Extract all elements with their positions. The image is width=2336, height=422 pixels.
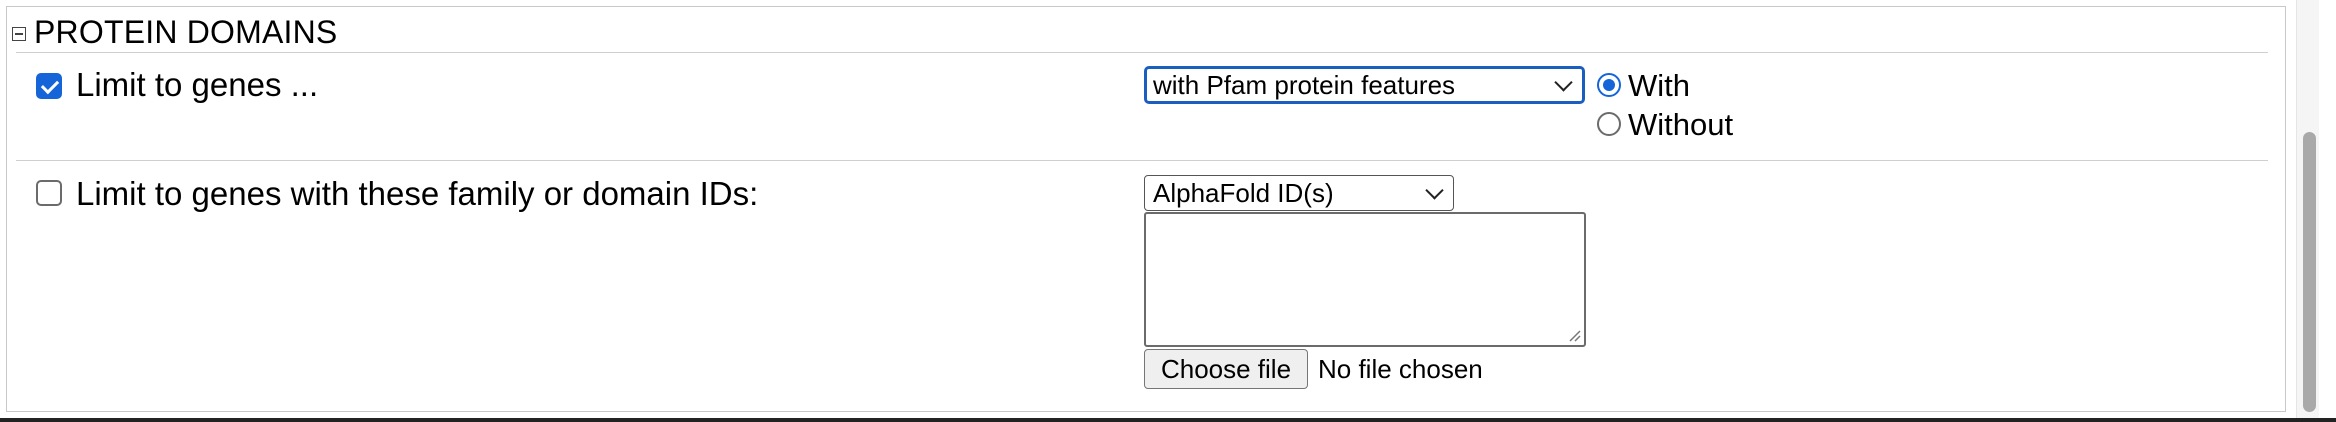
- domain-ids-label: Limit to genes with these family or doma…: [76, 175, 759, 212]
- choose-file-button[interactable]: Choose file: [1144, 349, 1308, 389]
- radio-without-label[interactable]: Without: [1628, 107, 1733, 143]
- collapse-icon[interactable]: [12, 27, 26, 41]
- id-type-select-value: AlphaFold ID(s): [1153, 177, 1334, 208]
- row-divider: [16, 160, 2268, 161]
- header-divider: [16, 52, 2268, 53]
- section-header[interactable]: PROTEIN DOMAINS: [12, 14, 337, 50]
- radio-with[interactable]: [1597, 73, 1621, 97]
- chevron-down-icon: [1554, 73, 1573, 92]
- resize-grip-icon[interactable]: [1567, 328, 1581, 342]
- pfam-feature-select[interactable]: with Pfam protein features: [1144, 66, 1585, 104]
- radio-with-label[interactable]: With: [1628, 68, 1690, 104]
- domain-ids-checkbox[interactable]: [36, 180, 62, 206]
- limit-genes-label: Limit to genes ...: [76, 66, 319, 103]
- radio-without[interactable]: [1597, 112, 1621, 136]
- id-type-select[interactable]: AlphaFold ID(s): [1144, 175, 1454, 211]
- domain-ids-textarea[interactable]: [1144, 212, 1586, 347]
- section-title: PROTEIN DOMAINS: [34, 13, 338, 50]
- scrollbar-thumb[interactable]: [2303, 132, 2316, 412]
- pfam-feature-select-value: with Pfam protein features: [1153, 69, 1456, 100]
- chevron-down-icon: [1425, 181, 1444, 200]
- limit-genes-checkbox[interactable]: [36, 73, 62, 99]
- file-status: No file chosen: [1318, 354, 1483, 384]
- bottom-border: [0, 418, 2336, 422]
